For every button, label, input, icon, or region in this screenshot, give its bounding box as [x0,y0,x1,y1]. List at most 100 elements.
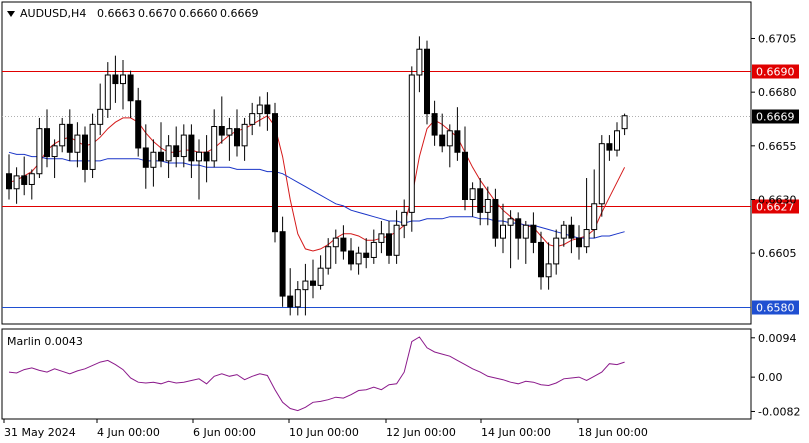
candle-body-bull [332,237,339,248]
candle-body-bull [370,241,377,258]
candle-body-bear [127,74,134,102]
x-tick-label: 4 Jun 00:00 [97,426,160,439]
candle-body-bear [538,241,544,278]
candle-body-bull [446,130,453,147]
candle-body-bull [120,74,126,85]
candle-body-bear [142,147,149,168]
candle-body-bull [545,263,552,278]
candle-body-bull [36,128,43,175]
x-tick-label: 12 Jun 00:00 [386,426,456,439]
candle-body-bear [431,113,438,136]
candle-body-bull [621,115,628,130]
candle-body-bear [188,134,195,162]
chart-header-open: 0.6663 [97,7,136,20]
candle-body-bull [302,280,309,291]
candle-body-bull [256,104,263,115]
candle-body-bear [135,100,142,149]
candle-body-bear [424,48,430,115]
candle-body-bull [553,237,560,265]
candle[interactable] [272,102,278,243]
candle-body-bull [325,246,332,269]
candle-body-bull [89,123,96,170]
current-price-label: 0.6669 [756,111,795,124]
candle-body-bear [279,231,286,297]
candle-body-bear [576,237,582,248]
candle-body-bull [416,48,423,76]
candle-body-bear [568,224,575,239]
candle-body-bull [583,229,590,248]
candle-body-bear [21,175,28,185]
chart-header-low: 0.6660 [179,7,218,20]
y-tick-label: 0.6605 [758,247,797,260]
candle-body-bull [165,145,172,162]
candle-body-bear [234,128,240,147]
candle-body-bear [264,104,271,115]
candle-body-bear [6,173,12,190]
level-price-label: 0.6580 [756,302,795,315]
candle-body-bull [355,252,362,265]
candle[interactable] [424,40,430,125]
candle-body-bull [97,108,104,125]
candle-body-bull [408,74,415,213]
x-tick-label: 10 Jun 00:00 [289,426,359,439]
candle-body-bear [492,198,499,239]
candle[interactable] [408,66,415,232]
candle-body-bear [462,151,468,200]
candle-body-bull [484,198,491,213]
chart-header-high: 0.6670 [138,7,177,20]
candle-body-bull [241,123,248,147]
indicator-y-tick-label: 0.0094 [758,332,797,345]
candle-body-bear [287,295,294,308]
x-tick-label: 18 Jun 00:00 [578,426,648,439]
candle-body-bull [104,74,111,110]
candle-body-bear [439,134,446,147]
candle-body-bull [378,233,385,243]
candle-body-bear [515,218,522,239]
candle-body-bear [363,252,370,258]
x-tick-label: 6 Jun 00:00 [193,426,256,439]
candle-body-bull [51,145,58,158]
candle-body-bear [112,74,119,85]
candlestick-chart-canvas[interactable]: 0.66900.66270.65800.67050.66800.66550.66… [0,0,809,443]
candle-body-bear [218,126,225,136]
level-price-label: 0.6690 [756,66,795,79]
candle-body-bear [477,188,484,213]
candle-body-bear [386,233,392,256]
candle-body-bull [226,128,233,136]
candle-body-bear [340,237,347,252]
candle-body-bull [59,123,66,147]
candle-body-bear [66,123,73,153]
candle-body-bear [606,143,613,151]
y-tick-label: 0.6655 [758,140,797,153]
candle-body-bull [74,134,81,153]
candle-body-bull [196,151,202,162]
candle-body-bear [203,151,210,162]
x-tick-label: 31 May 2024 [4,426,76,439]
x-tick-label: 14 Jun 00:00 [481,426,551,439]
candle-body-bull [28,173,35,185]
indicator-y-tick-label: -0.0082 [758,405,800,418]
candle-body-bear [82,134,88,170]
candle-body-bear [158,151,164,162]
candle-body-bull [469,188,476,200]
candle-body-bull [211,126,218,162]
chart-header-close: 0.6669 [220,7,259,20]
y-tick-label: 0.6680 [758,86,797,99]
y-tick-label: 0.6630 [758,193,797,206]
candle-body-bear [454,130,461,153]
candle-body-bull [598,143,605,205]
candle-body-bear [173,145,180,158]
candle-body-bull [294,289,301,308]
candle-body-bull [150,151,157,168]
indicator-y-tick-label: 0.00 [758,371,783,384]
candle-body-bull [591,203,598,231]
candle-body-bull [317,267,324,286]
candle-body-bull [614,130,620,151]
indicator-label: Marlin 0.0043 [7,335,83,348]
candle-body-bear [272,113,278,233]
candle-body-bull [13,175,20,190]
chart-window: 0.6690 0.6627 0.6580 0.6705 0.6680 0.6655 0.66… [0,0,809,443]
candle-body-bear [348,250,354,265]
candle-body-bull [393,224,400,256]
candle-body-bear [530,224,537,243]
